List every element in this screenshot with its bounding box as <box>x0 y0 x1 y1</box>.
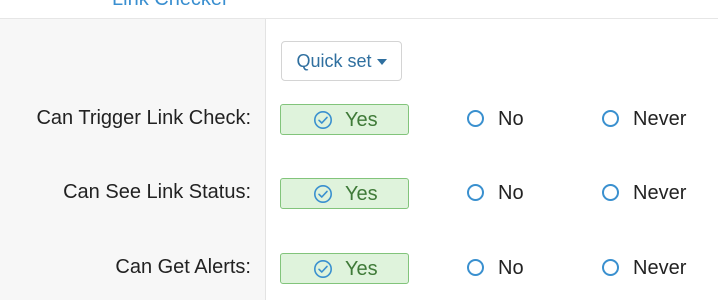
permissions-panel: Link Checker Quick set Can Trigger Link … <box>0 0 718 300</box>
option-yes-trigger-link-check[interactable]: Yes <box>280 104 409 135</box>
option-no-get-alerts[interactable]: No <box>467 253 537 284</box>
row-label-see-link-status: Can See Link Status: <box>63 181 251 203</box>
radio-empty-icon <box>467 110 484 127</box>
option-never-trigger-link-check[interactable]: Never <box>602 104 702 135</box>
option-label: Never <box>633 108 687 130</box>
radio-empty-icon <box>467 184 484 201</box>
option-label: No <box>498 257 524 279</box>
option-label: No <box>498 108 524 130</box>
option-label: Never <box>633 182 687 204</box>
quick-set-label: Quick set <box>296 50 372 71</box>
radio-empty-icon <box>602 259 619 276</box>
option-no-trigger-link-check[interactable]: No <box>467 104 537 135</box>
option-no-see-link-status[interactable]: No <box>467 178 537 209</box>
option-yes-get-alerts[interactable]: Yes <box>280 253 409 284</box>
radio-empty-icon <box>467 259 484 276</box>
option-label: Never <box>633 257 687 279</box>
option-label: No <box>498 182 524 204</box>
option-never-see-link-status[interactable]: Never <box>602 178 702 209</box>
check-circle-icon <box>313 259 333 279</box>
option-yes-see-link-status[interactable]: Yes <box>280 178 409 209</box>
row-label-trigger-link-check: Can Trigger Link Check: <box>36 107 251 129</box>
quick-set-button[interactable]: Quick set <box>281 41 402 81</box>
option-label: Yes <box>345 109 378 131</box>
section-title: Link Checker <box>112 0 229 11</box>
row-label-get-alerts: Can Get Alerts: <box>115 256 251 278</box>
check-circle-icon <box>313 110 333 130</box>
option-label: Yes <box>345 183 378 205</box>
radio-empty-icon <box>602 184 619 201</box>
caret-down-icon <box>376 59 387 65</box>
option-label: Yes <box>345 258 378 280</box>
radio-empty-icon <box>602 110 619 127</box>
section-header: Link Checker <box>0 0 718 19</box>
option-never-get-alerts[interactable]: Never <box>602 253 702 284</box>
check-circle-icon <box>313 184 333 204</box>
